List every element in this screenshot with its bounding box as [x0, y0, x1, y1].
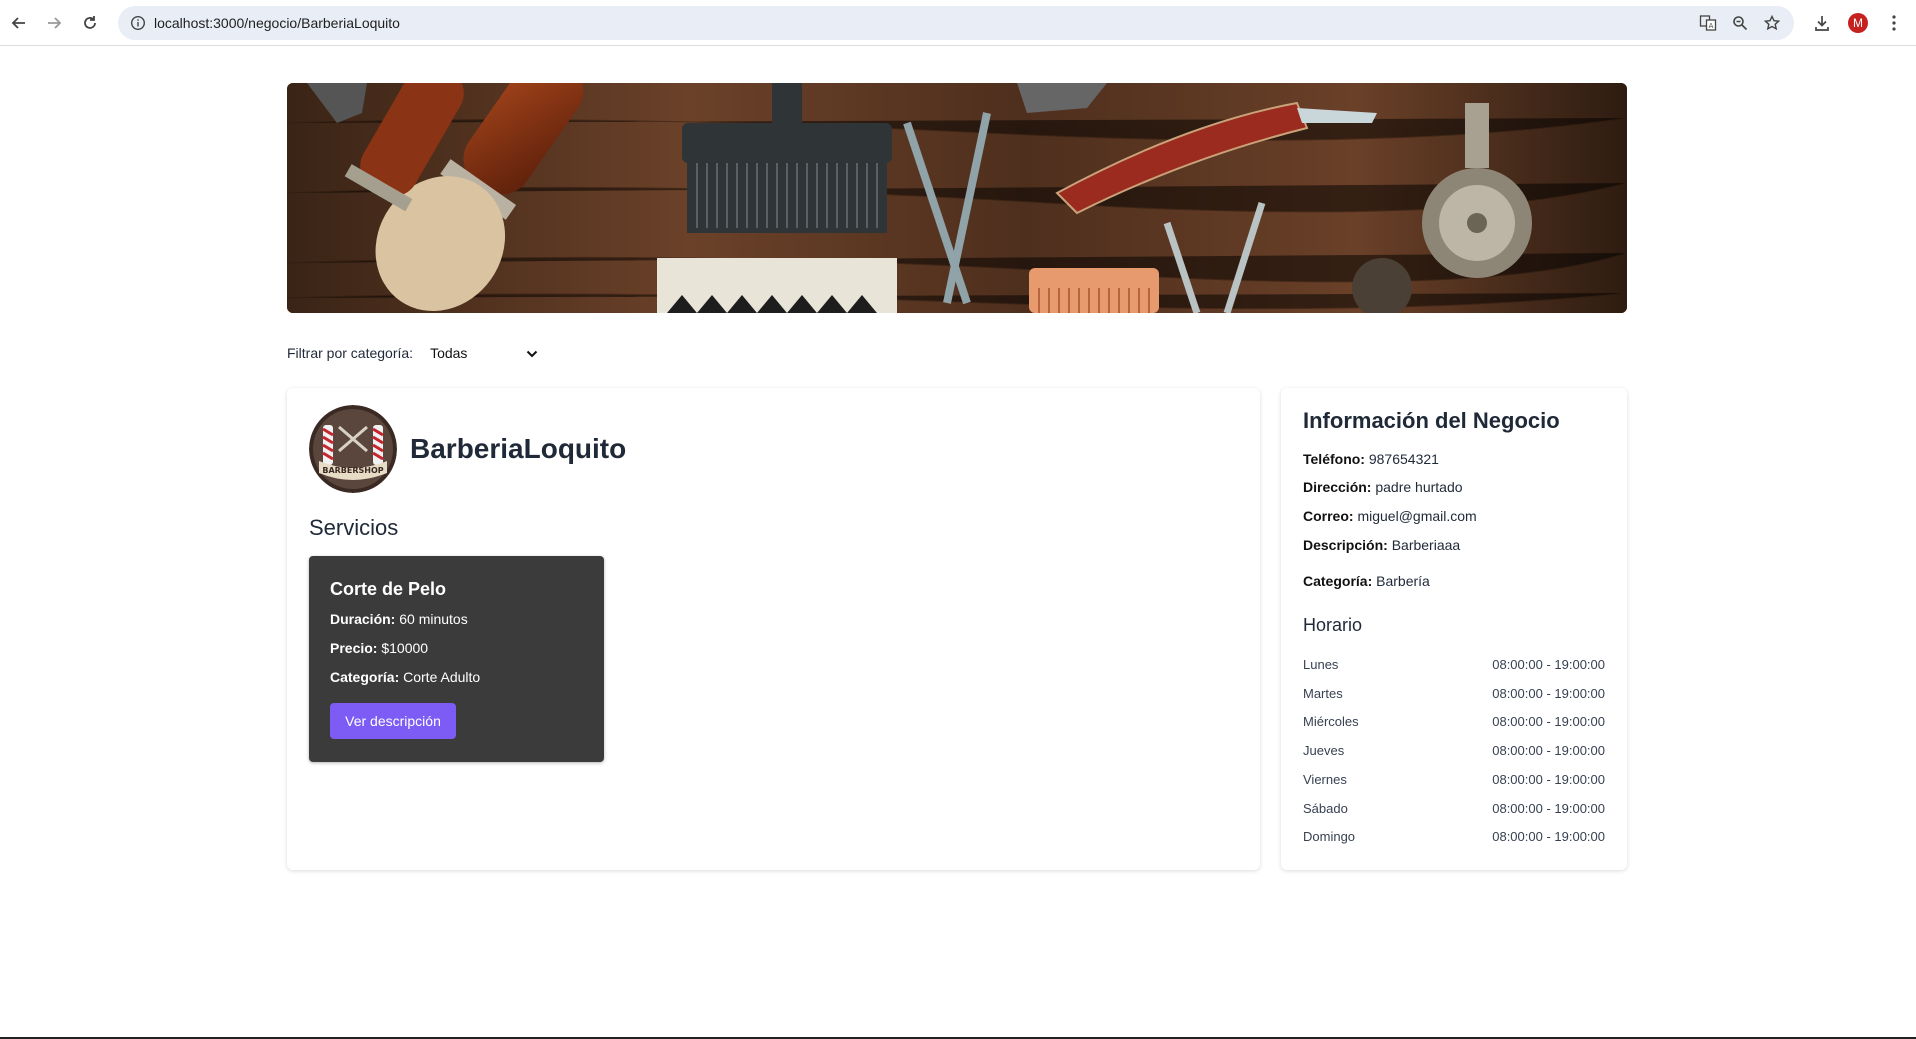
- svg-text:BARBERSHOP: BARBERSHOP: [322, 466, 383, 475]
- schedule-row: Sábado 08:00:00 - 19:00:00: [1303, 801, 1605, 816]
- business-logo: BARBERSHOP: [309, 405, 397, 493]
- schedule-row: Lunes 08:00:00 - 19:00:00: [1303, 657, 1605, 672]
- view-description-button[interactable]: Ver descripción: [330, 703, 456, 739]
- services-title: Servicios: [309, 515, 399, 540]
- browser-toolbar: localhost:3000/negocio/BarberiaLoquito A…: [0, 0, 1916, 46]
- barber-tools-banner: [287, 83, 1627, 313]
- category-filter: Filtrar por categoría: Todas: [287, 342, 538, 364]
- service-price: Precio: $10000: [330, 640, 429, 656]
- schedule-title: Horario: [1303, 615, 1363, 635]
- schedule-row: Miércoles 08:00:00 - 19:00:00: [1303, 714, 1605, 729]
- forward-icon[interactable]: [41, 10, 67, 36]
- service-duration: Duración: 60 minutos: [330, 611, 468, 627]
- info-phone: Teléfono: 987654321: [1303, 451, 1439, 467]
- svg-text:A: A: [1709, 22, 1714, 30]
- info-category: Categoría: Barbería: [1303, 573, 1430, 589]
- back-icon[interactable]: [6, 10, 32, 36]
- service-category: Categoría: Corte Adulto: [330, 669, 481, 685]
- chevron-down-icon: [526, 345, 538, 361]
- filter-label: Filtrar por categoría:: [287, 345, 414, 361]
- profile-avatar[interactable]: M: [1846, 11, 1870, 35]
- site-info-icon[interactable]: [128, 13, 148, 33]
- address-bar[interactable]: localhost:3000/negocio/BarberiaLoquito A: [118, 6, 1794, 40]
- reload-icon[interactable]: [77, 10, 103, 36]
- category-select[interactable]: Todas: [430, 342, 538, 364]
- bookmark-star-icon[interactable]: [1762, 13, 1782, 33]
- info-title: Información del Negocio: [1303, 408, 1560, 433]
- service-card: Corte de Pelo Duración: 60 minutos Preci…: [309, 556, 604, 762]
- info-description: Descripción: Barberiaaa: [1303, 537, 1461, 553]
- translate-icon[interactable]: A: [1698, 13, 1718, 33]
- business-card: BARBERSHOP BarberiaLoquito Servicios Cor…: [287, 388, 1260, 870]
- business-info-card: Información del Negocio Teléfono: 987654…: [1281, 388, 1627, 870]
- business-name: BarberiaLoquito: [410, 433, 627, 464]
- schedule-row: Viernes 08:00:00 - 19:00:00: [1303, 772, 1605, 787]
- banner-image: [287, 83, 1627, 313]
- menu-dots-icon[interactable]: [1882, 11, 1906, 35]
- url-text[interactable]: localhost:3000/negocio/BarberiaLoquito: [154, 15, 400, 31]
- schedule-row: Martes 08:00:00 - 19:00:00: [1303, 686, 1605, 701]
- download-icon[interactable]: [1810, 11, 1834, 35]
- info-address: Dirección: padre hurtado: [1303, 479, 1463, 495]
- info-email: Correo: miguel@gmail.com: [1303, 508, 1477, 524]
- category-select-value: Todas: [430, 345, 468, 361]
- schedule-row: Domingo 08:00:00 - 19:00:00: [1303, 829, 1605, 844]
- schedule-row: Jueves 08:00:00 - 19:00:00: [1303, 743, 1605, 758]
- zoom-icon[interactable]: [1730, 13, 1750, 33]
- service-name: Corte de Pelo: [330, 579, 447, 599]
